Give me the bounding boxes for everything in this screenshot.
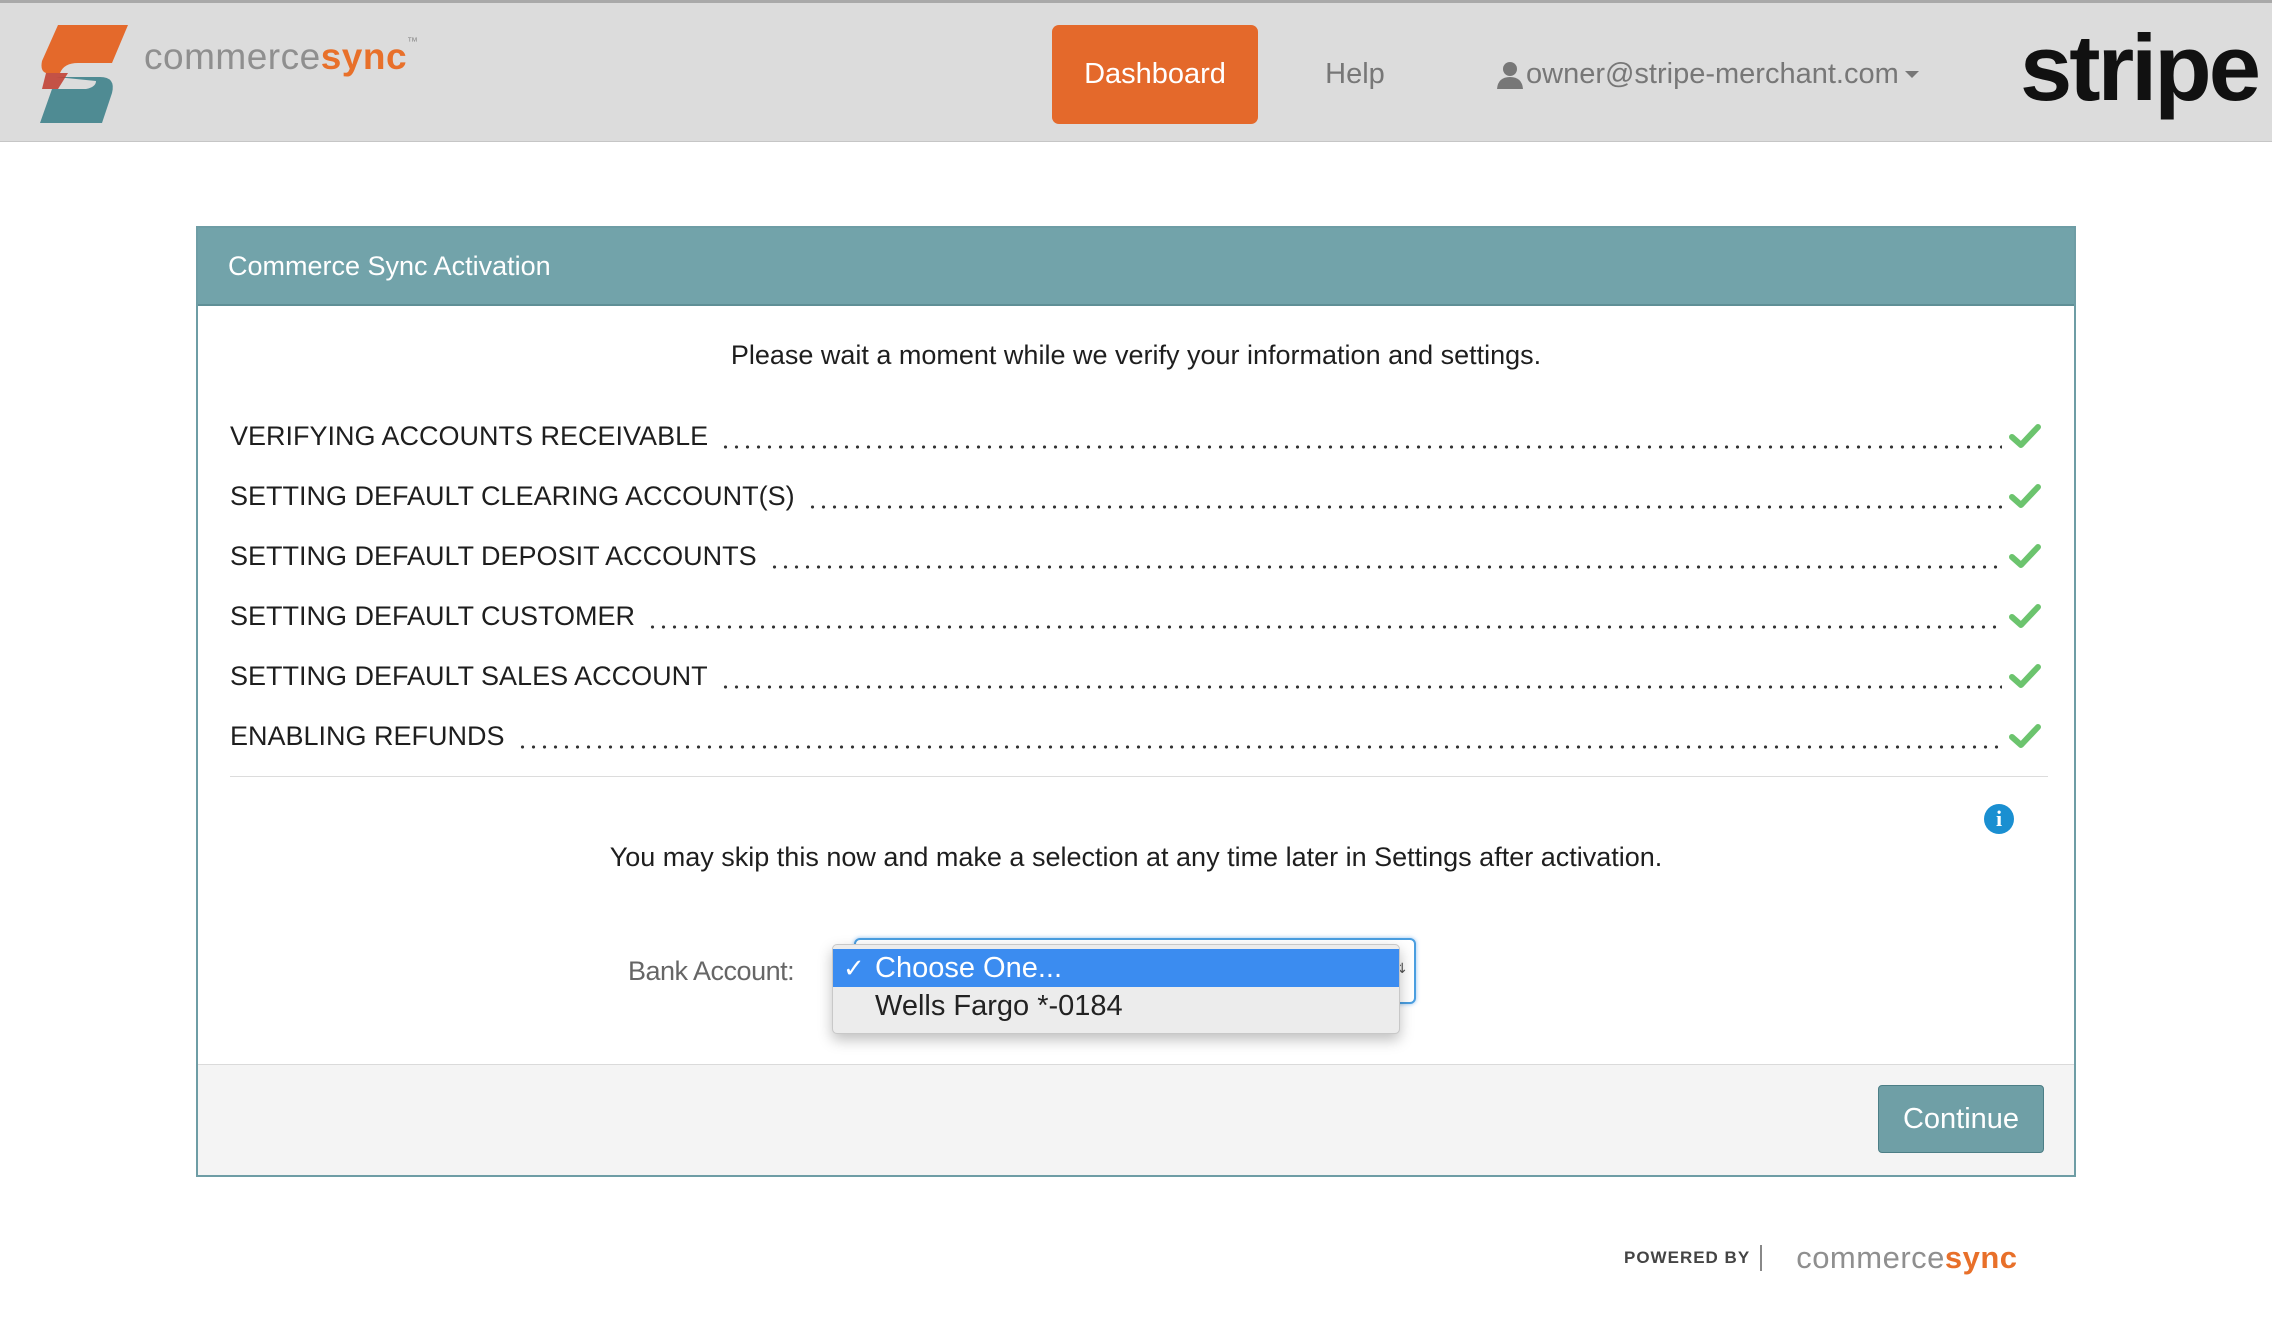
checkmark-icon — [2009, 544, 2041, 568]
checkmark-icon — [2009, 604, 2041, 628]
commercesync-mark-icon — [40, 25, 128, 123]
dotted-leader — [806, 505, 2002, 509]
step-label: SETTING DEFAULT SALES ACCOUNT — [230, 660, 708, 691]
intro-text: Please wait a moment while we verify you… — [730, 340, 1542, 370]
dashboard-button[interactable]: Dashboard — [1052, 25, 1258, 124]
dotted-leader — [647, 625, 2002, 629]
bank-account-label: Bank Account: — [628, 956, 795, 986]
step-row: VERIFYING ACCOUNTS RECEIVABLE — [230, 416, 2042, 456]
continue-button[interactable]: Continue — [1878, 1085, 2044, 1153]
stripe-logo: stripe — [2020, 15, 2261, 120]
commercesync-logo[interactable]: commercesync™ — [38, 21, 419, 129]
dotted-leader — [719, 685, 2002, 689]
checkmark-icon: ✓ — [843, 952, 865, 983]
option-label: Choose One... — [875, 951, 1062, 984]
checkmark-icon — [2009, 724, 2041, 748]
footer-divider — [1760, 1245, 1763, 1271]
checkmark-icon — [2009, 484, 2041, 508]
info-icon[interactable]: i — [1984, 804, 2014, 834]
user-email: owner@stripe-merchant.com — [1526, 58, 1899, 90]
chevron-down-icon — [1904, 71, 1919, 78]
skip-note: You may skip this now and make a selecti… — [609, 842, 1663, 872]
step-row: ENABLING REFUNDS — [230, 716, 2042, 756]
dropdown-option-wells-fargo[interactable]: Wells Fargo *-0184 — [833, 987, 1399, 1025]
step-label: SETTING DEFAULT DEPOSIT ACCOUNTS — [230, 540, 757, 571]
user-icon — [1497, 61, 1523, 89]
checkmark-icon — [2009, 424, 2041, 448]
step-row: SETTING DEFAULT CLEARING ACCOUNT(S) — [230, 476, 2042, 516]
panel-footer: Continue — [198, 1064, 2074, 1175]
step-label: VERIFYING ACCOUNTS RECEIVABLE — [230, 420, 709, 451]
step-label: ENABLING REFUNDS — [230, 720, 505, 751]
panel-title: Commerce Sync Activation — [198, 228, 2074, 306]
top-navigation-bar: commercesync™ Dashboard Help owner@strip… — [0, 0, 2272, 142]
footer-commercesync-logo[interactable]: commercesync — [1796, 1240, 2017, 1276]
step-row: SETTING DEFAULT SALES ACCOUNT — [230, 656, 2042, 696]
step-row: SETTING DEFAULT CUSTOMER — [230, 596, 2042, 636]
user-menu[interactable]: owner@stripe-merchant.com — [1496, 25, 1919, 124]
help-link[interactable]: Help — [1310, 25, 1400, 124]
section-divider — [230, 776, 2048, 777]
powered-by-footer: POWERED BY commercesync — [1624, 1240, 2018, 1276]
step-label: SETTING DEFAULT CUSTOMER — [230, 600, 636, 631]
step-label: SETTING DEFAULT CLEARING ACCOUNT(S) — [230, 480, 795, 511]
powered-by-label: POWERED BY — [1624, 1248, 1751, 1267]
step-row: SETTING DEFAULT DEPOSIT ACCOUNTS — [230, 536, 2042, 576]
commercesync-wordmark: commercesync™ — [144, 36, 419, 77]
option-label: Wells Fargo *-0184 — [875, 989, 1123, 1022]
dropdown-option-choose-one[interactable]: ✓ Choose One... — [833, 949, 1399, 987]
bank-account-dropdown: ✓ Choose One... Wells Fargo *-0184 — [832, 944, 1400, 1034]
dotted-leader — [768, 565, 2002, 569]
activation-panel: Commerce Sync Activation Please wait a m… — [196, 226, 2076, 1177]
dotted-leader — [516, 745, 2002, 749]
checkmark-icon — [2009, 664, 2041, 688]
dotted-leader — [720, 445, 2002, 449]
